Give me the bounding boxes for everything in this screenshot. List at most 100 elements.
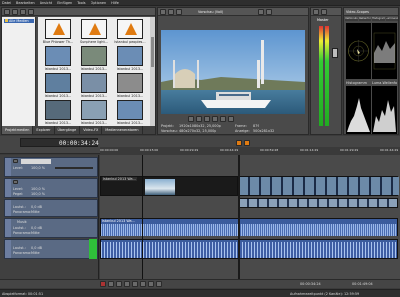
pause-icon[interactable] bbox=[132, 281, 138, 287]
split-icon[interactable] bbox=[176, 9, 182, 15]
track-name-field-1[interactable] bbox=[21, 159, 51, 164]
media-thumbnail bbox=[117, 73, 143, 93]
media-item[interactable]: Sunphere light... bbox=[77, 19, 111, 45]
explorer-tabs: Projektmedien Explorer Übergänge Video-FX Me… bbox=[2, 126, 155, 134]
scope-tab[interactable]: Histogramm bbox=[372, 17, 385, 21]
media-label: Istanbul 2013... bbox=[80, 94, 108, 98]
preview-quality-select[interactable]: Vorschau (Voll) bbox=[198, 10, 223, 14]
media-item[interactable]: Istanbul 2013... bbox=[113, 46, 147, 72]
media-label: Blue Phlower Th... bbox=[42, 40, 74, 44]
transport-time: 00:00:34:24 bbox=[300, 282, 321, 286]
menu-item[interactable]: Ansicht bbox=[40, 1, 53, 5]
preview-info-value: 879 bbox=[253, 124, 260, 128]
track-pan-label-5: Panorama: bbox=[13, 251, 32, 255]
scopes-tabs: VektorskopWellenformHistogrammLuminanz bbox=[345, 17, 398, 21]
explorer-tab[interactable]: Projektmedien bbox=[2, 126, 34, 134]
end-time: 00:01:49:04 bbox=[352, 282, 373, 286]
media-item[interactable]: Istanbul 2013... bbox=[113, 73, 147, 99]
media-item[interactable]: Istanbul 2013... bbox=[77, 100, 111, 126]
play-from-start-icon[interactable] bbox=[124, 281, 130, 287]
explorer-tab[interactable]: Medienneneratoren bbox=[102, 126, 143, 134]
media-item[interactable]: Istanbul 2013... bbox=[113, 100, 147, 126]
menu-item[interactable]: Einfügen bbox=[57, 1, 72, 5]
histogram-scope bbox=[346, 86, 371, 134]
explorer-tab[interactable]: Video-FX bbox=[80, 126, 103, 134]
loop-icon[interactable] bbox=[188, 116, 194, 122]
track-number-2 bbox=[5, 179, 11, 197]
copy-icon[interactable] bbox=[258, 9, 264, 15]
media-item[interactable]: Istanbul 2013... bbox=[77, 46, 111, 72]
scope-tab[interactable]: Vektorskop bbox=[345, 17, 358, 21]
media-item[interactable]: Istanbul peoples... bbox=[113, 19, 147, 45]
explorer-tab[interactable]: Übergänge bbox=[54, 126, 81, 134]
fx-icon[interactable] bbox=[168, 9, 174, 15]
video-clip-3[interactable] bbox=[238, 198, 398, 208]
timeline-area: 00:00:34:24 00:00:00:00 00:00:15:00 00:00:… bbox=[0, 136, 400, 288]
play-icon[interactable] bbox=[196, 116, 202, 122]
media-item[interactable]: Blue Phlower Th... bbox=[41, 19, 75, 45]
go-to-end-icon[interactable] bbox=[156, 281, 162, 287]
menu-item[interactable]: Bearbeiten bbox=[16, 1, 35, 5]
master-fader[interactable] bbox=[332, 48, 338, 58]
play-icon[interactable] bbox=[116, 281, 122, 287]
import-icon[interactable] bbox=[20, 9, 26, 15]
forward-icon[interactable] bbox=[12, 9, 18, 15]
video-track-header-1[interactable]: Level: 100,0 % bbox=[4, 157, 98, 177]
tree-item-all-media[interactable]: Alle Medien bbox=[4, 19, 34, 23]
master-meter-right bbox=[325, 26, 329, 126]
scopes-toolbar: Video-Scopes bbox=[344, 8, 398, 16]
track-level-slider-1[interactable] bbox=[55, 167, 93, 169]
media-item[interactable]: Istanbul 2013... bbox=[41, 73, 75, 99]
media-thumbnail bbox=[81, 73, 107, 93]
save-snapshot-icon[interactable] bbox=[266, 9, 272, 15]
time-ruler[interactable]: 00:00:00:00 00:00:15:00 00:00:29:29 00:00:4… bbox=[100, 147, 400, 154]
loop-playback-icon[interactable] bbox=[108, 281, 114, 287]
pause-icon[interactable] bbox=[204, 116, 210, 122]
audio-track-header-2[interactable]: Musik Lautst.: 0,0 dB Panorama: Mitte bbox=[4, 218, 98, 238]
track-pegel-value-2: 100,0 % bbox=[31, 192, 46, 196]
video-clip-1[interactable]: Istanbul 2013 Wa... bbox=[100, 176, 238, 196]
back-icon[interactable] bbox=[4, 9, 10, 15]
media-item[interactable]: Istanbul 2013... bbox=[41, 100, 75, 126]
video-clip-2[interactable] bbox=[238, 176, 399, 196]
vlc-cone-icon bbox=[89, 23, 101, 35]
scope-tab[interactable]: Luminanz bbox=[385, 17, 398, 21]
mute-icon[interactable] bbox=[313, 9, 319, 15]
marker-icon[interactable] bbox=[236, 140, 242, 146]
stop-icon[interactable] bbox=[140, 281, 146, 287]
record-icon[interactable] bbox=[100, 281, 106, 287]
scope-tab[interactable]: Wellenform bbox=[358, 17, 371, 21]
solo-icon[interactable] bbox=[321, 9, 327, 15]
media-item[interactable]: Istanbul 2013... bbox=[41, 46, 75, 72]
playhead[interactable] bbox=[142, 155, 143, 279]
next-frame-icon[interactable] bbox=[228, 116, 234, 122]
audio-track-header-3[interactable]: Lautst.: 0,0 dB Panorama: Mitte bbox=[4, 239, 98, 259]
settings-icon[interactable] bbox=[160, 9, 166, 15]
video-track-header-2[interactable]: Level: 100,0 % Pegel: 100,0 % bbox=[4, 178, 98, 198]
menu-item[interactable]: Optionen bbox=[91, 1, 107, 5]
track-level-value-1: 100,0 % bbox=[31, 166, 46, 170]
vegas-app: Datei Bearbeiten Ansicht Einfügen Tools Optio… bbox=[0, 0, 400, 297]
media-thumbnail bbox=[117, 100, 143, 120]
menu-item[interactable]: Tools bbox=[77, 1, 85, 5]
status-left: Abspielformat: 00:01:51 bbox=[2, 292, 44, 296]
menu-item[interactable]: Datei bbox=[2, 1, 11, 5]
audio-clip-2[interactable] bbox=[100, 239, 398, 259]
audio-track-header-1[interactable]: Lautst.: 0,0 dB Panorama: Mitte bbox=[4, 199, 98, 217]
media-thumbnail bbox=[81, 46, 107, 66]
region-icon[interactable] bbox=[244, 140, 250, 146]
delete-icon[interactable] bbox=[28, 9, 34, 15]
media-item[interactable]: Istanbul 2013... bbox=[77, 73, 111, 99]
media-thumbnail bbox=[117, 19, 143, 39]
scopes-type-select[interactable]: Video-Scopes bbox=[346, 10, 369, 14]
media-scrollbar[interactable] bbox=[150, 17, 155, 126]
audio-clip-1[interactable]: Istanbul 2013 Wa... bbox=[100, 218, 398, 236]
timecode-text: 00:00:34:24 bbox=[59, 140, 99, 147]
statusbar: Abspielformat: 00:01:51 Aufnahmezeitpunk… bbox=[0, 289, 400, 297]
explorer-tab[interactable]: Explorer bbox=[33, 126, 55, 134]
go-to-start-icon[interactable] bbox=[148, 281, 154, 287]
prev-frame-icon[interactable] bbox=[220, 116, 226, 122]
media-tree: Alle Medien bbox=[2, 17, 36, 126]
menu-item[interactable]: Hilfe bbox=[111, 1, 119, 5]
stop-icon[interactable] bbox=[212, 116, 218, 122]
